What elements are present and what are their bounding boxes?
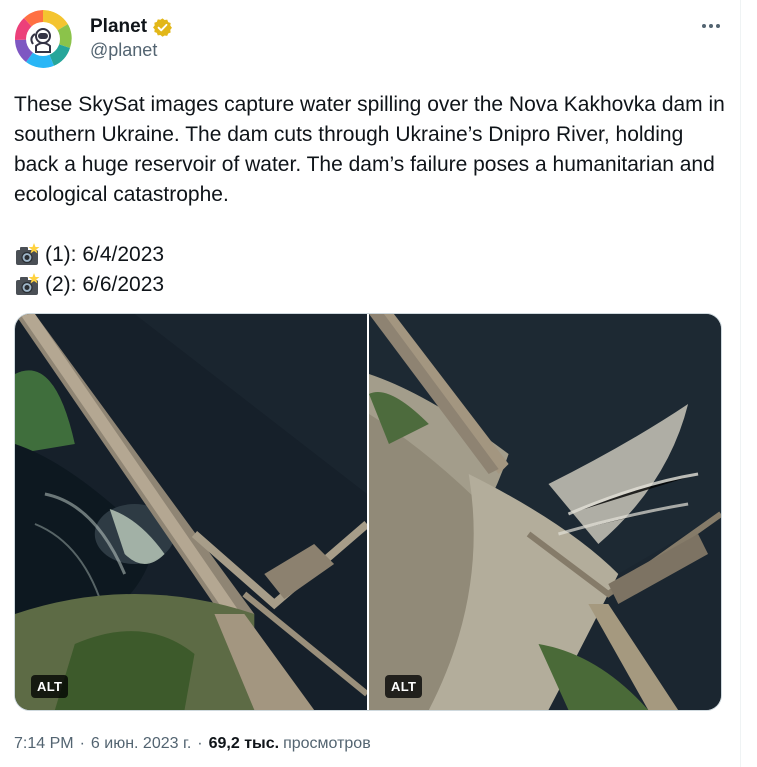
satellite-after-icon (369, 314, 721, 710)
date-2-text: (2): 6/6/2023 (45, 273, 165, 296)
meta-separator: · (79, 735, 85, 752)
camera-flash-icon (16, 273, 40, 295)
author-name[interactable]: Planet (90, 16, 147, 38)
author-handle[interactable]: @planet (90, 40, 157, 61)
planet-logo-icon (14, 10, 72, 68)
alt-badge[interactable]: ALT (31, 675, 69, 698)
alt-badge[interactable]: ALT (385, 675, 423, 698)
views-count[interactable]: 69,2 тыс. (209, 735, 279, 753)
tweet-date[interactable]: 6 июн. 2023 г. (91, 735, 191, 753)
more-options-icon[interactable] (696, 14, 726, 38)
views-label: просмотров (283, 735, 371, 752)
tweet-time[interactable]: 7:14 PM (14, 735, 74, 753)
verified-badge-icon (153, 17, 172, 37)
date-1-text: (1): 6/4/2023 (45, 243, 165, 266)
tweet-text: These SkySat images capture water spilli… (14, 93, 725, 206)
tweet-body: These SkySat images capture water spilli… (14, 90, 726, 300)
timeline-border (740, 0, 741, 767)
camera-flash-icon (16, 243, 40, 265)
tweet-meta: 7:14 PM · 6 июн. 2023 г. · 69,2 тыс. про… (14, 735, 371, 753)
satellite-before-icon (15, 314, 367, 710)
avatar[interactable] (14, 10, 72, 68)
name-row: Planet (90, 16, 173, 38)
satellite-image-after[interactable]: ALT (369, 314, 721, 710)
tweet-header: Planet @planet (14, 8, 726, 68)
date-line-1: (1): 6/4/2023 (14, 240, 726, 270)
media-grid: ALT ALT (14, 313, 722, 711)
meta-separator: · (197, 735, 203, 752)
satellite-image-before[interactable]: ALT (15, 314, 367, 710)
date-line-2: (2): 6/6/2023 (14, 270, 726, 300)
